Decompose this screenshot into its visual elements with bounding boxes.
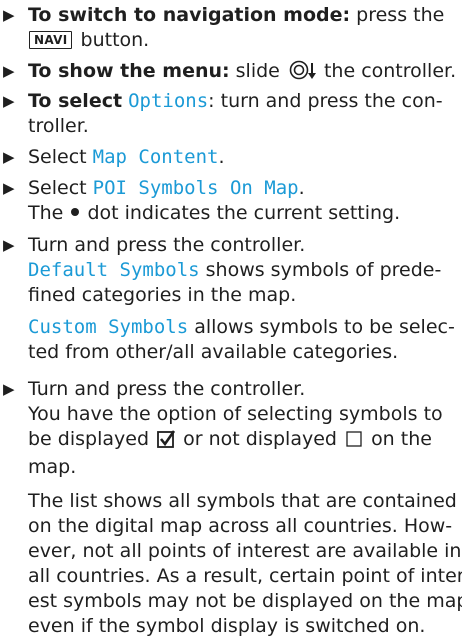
step-text: allows symbols to be selec- [194,316,455,338]
step-text: ted from other/all available categories. [28,341,399,363]
step-turn-press-display: ▶ Turn and press the controller. You hav… [0,377,462,639]
step-text: Turn and press the controller. [28,234,306,256]
step-lead: To select [28,90,123,112]
step-switch-navigation: ▶ To switch to navigation mode: press th… [0,3,462,53]
step-text: The [28,202,64,224]
step-text: . [298,177,305,199]
checkbox-checked-icon [157,430,176,455]
bullet-arrow-icon: ▶ [3,62,15,80]
step-show-menu: ▶ To show the menu: slide the controller… [0,59,462,87]
step-turn-press-symbols: ▶ Turn and press the controller. Default… [0,233,462,365]
step-lead: To show the menu: [28,60,230,82]
step-text: Select [28,146,87,168]
step-text: Select [28,177,87,199]
step-select-options: ▶ To select Options: turn and press the … [0,89,462,139]
step-text: You have the option of selecting symbols… [28,403,443,425]
menu-term-options: Options [128,90,209,112]
step-text: slide [235,60,280,82]
controller-slide-down-icon [289,60,317,87]
step-text: or not displayed [183,428,337,450]
step-text: . [218,146,225,168]
bullet-arrow-icon: ▶ [3,179,15,197]
step-text: on the [371,428,432,450]
step-text: fined categories in the map. [28,284,297,306]
step-select-poi-symbols: ▶ Select POI Symbols On Map. The dot ind… [0,176,462,226]
bullet-arrow-icon: ▶ [3,380,15,398]
step-text: map. [28,456,77,478]
menu-term-poi-symbols: POI Symbols On Map [92,177,299,199]
step-text: : turn and press the con- [208,90,443,112]
navi-key-icon: NAVI [29,31,73,49]
radio-dot-icon [71,208,80,216]
step-text: troller. [28,115,89,137]
bullet-arrow-icon: ▶ [3,92,15,110]
document-page: ▶ To switch to navigation mode: press th… [0,0,462,637]
step-select-map-content: ▶ Select Map Content. [0,145,462,170]
menu-term-default-symbols: Default Symbols [28,259,200,281]
step-text: shows symbols of prede- [205,259,442,281]
info-paragraph: The list shows all symbols that are cont… [28,490,462,637]
bullet-arrow-icon: ▶ [3,236,15,254]
step-text: button. [80,29,150,51]
menu-term-custom-symbols: Custom Symbols [28,316,189,338]
bullet-arrow-icon: ▶ [3,6,15,24]
menu-term-map-content: Map Content [92,146,219,168]
checkbox-empty-icon [345,430,363,455]
step-text: dot indicates the current setting. [87,202,401,224]
step-lead: To switch to navigation mode: [28,4,351,26]
step-text: Turn and press the controller. [28,378,306,400]
step-text: the controller. [323,60,457,82]
step-text: be displayed [28,428,150,450]
step-text: press the [356,4,445,26]
bullet-arrow-icon: ▶ [3,148,15,166]
